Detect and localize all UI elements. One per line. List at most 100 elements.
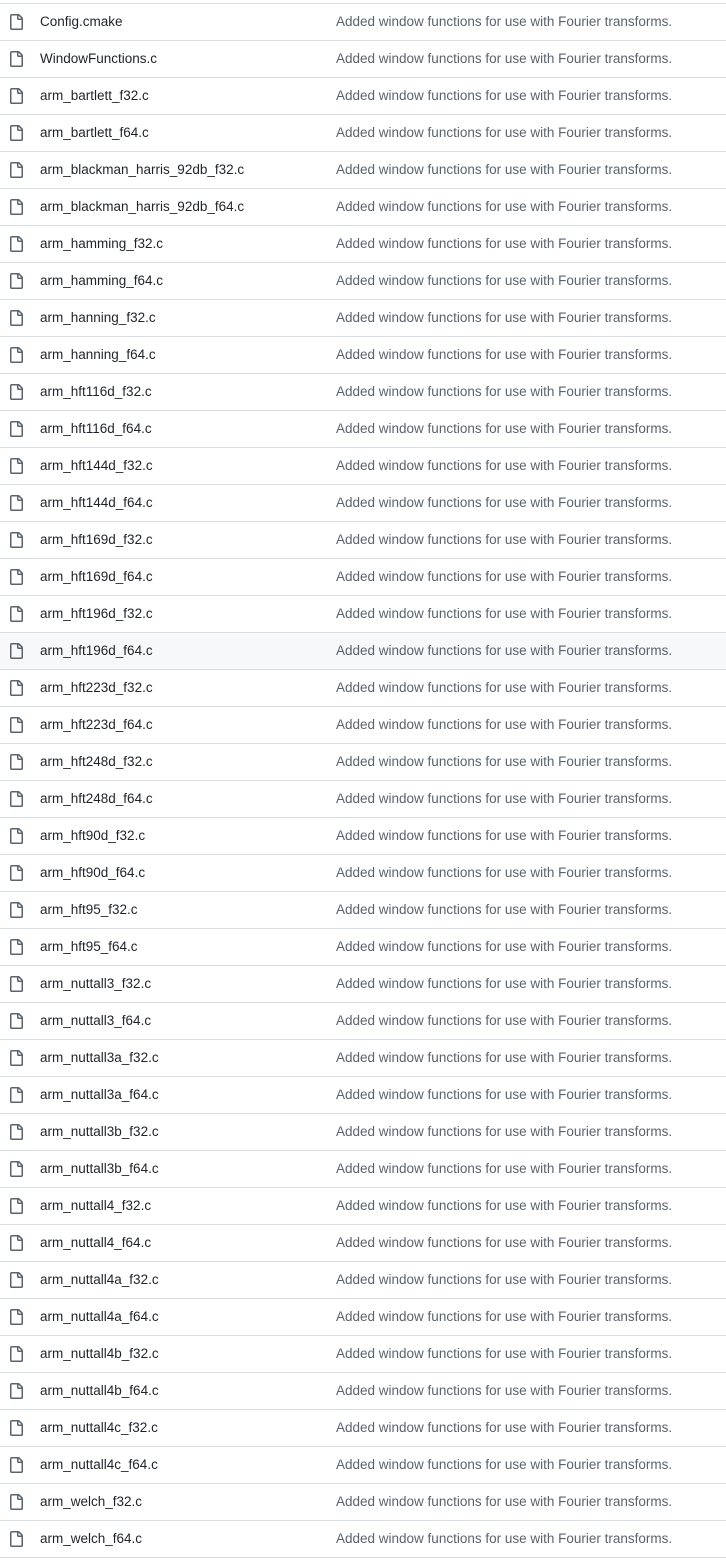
- file-row[interactable]: Config.cmake Added window functions for u…: [0, 4, 726, 41]
- commit-message-link[interactable]: Added window functions for use with Four…: [336, 596, 672, 632]
- file-name-link[interactable]: arm_nuttall4a_f64.c: [40, 1299, 159, 1335]
- commit-message-link[interactable]: Added window functions for use with Four…: [336, 263, 672, 299]
- commit-message-link[interactable]: Added window functions for use with Four…: [336, 1114, 672, 1150]
- file-row[interactable]: arm_hft223d_f32.c Added window functions …: [0, 670, 726, 707]
- file-name-link[interactable]: arm_hft196d_f32.c: [40, 596, 153, 632]
- file-row[interactable]: arm_hft223d_f64.c Added window functions …: [0, 707, 726, 744]
- file-row[interactable]: arm_nuttall4a_f32.c Added window function…: [0, 1262, 726, 1299]
- file-row[interactable]: WindowFunctions.c Added window functions …: [0, 41, 726, 78]
- file-row[interactable]: arm_hamming_f64.c Added window functions …: [0, 263, 726, 300]
- commit-message-link[interactable]: Added window functions for use with Four…: [336, 522, 672, 558]
- file-row[interactable]: arm_blackman_harris_92db_f32.c Added wind…: [0, 152, 726, 189]
- file-name-link[interactable]: arm_bartlett_f32.c: [40, 78, 149, 114]
- file-name-link[interactable]: arm_hft95_f64.c: [40, 929, 138, 965]
- commit-message-link[interactable]: Added window functions for use with Four…: [336, 929, 672, 965]
- commit-message-link[interactable]: Added window functions for use with Four…: [336, 152, 672, 188]
- file-name-link[interactable]: arm_hft248d_f32.c: [40, 744, 153, 780]
- file-row[interactable]: arm_nuttall4b_f32.c Added window function…: [0, 1336, 726, 1373]
- file-row[interactable]: arm_nuttall4c_f32.c Added window function…: [0, 1410, 726, 1447]
- commit-message-link[interactable]: Added window functions for use with Four…: [336, 1225, 672, 1261]
- file-row[interactable]: arm_hft248d_f32.c Added window functions …: [0, 744, 726, 781]
- file-row[interactable]: arm_hanning_f32.c Added window functions …: [0, 300, 726, 337]
- file-row[interactable]: arm_hamming_f32.c Added window functions …: [0, 226, 726, 263]
- file-row[interactable]: arm_hft144d_f32.c Added window functions …: [0, 448, 726, 485]
- commit-message-link[interactable]: Added window functions for use with Four…: [336, 1484, 672, 1520]
- commit-message-link[interactable]: Added window functions for use with Four…: [336, 855, 672, 891]
- commit-message-link[interactable]: Added window functions for use with Four…: [336, 1447, 672, 1483]
- commit-message-link[interactable]: Added window functions for use with Four…: [336, 189, 672, 225]
- file-row[interactable]: arm_hanning_f64.c Added window functions …: [0, 337, 726, 374]
- file-row[interactable]: arm_bartlett_f64.c Added window functions…: [0, 115, 726, 152]
- file-row[interactable]: arm_nuttall3b_f32.c Added window function…: [0, 1114, 726, 1151]
- file-row[interactable]: arm_nuttall3b_f64.c Added window function…: [0, 1151, 726, 1188]
- commit-message-link[interactable]: Added window functions for use with Four…: [336, 633, 672, 669]
- commit-message-link[interactable]: Added window functions for use with Four…: [336, 41, 672, 77]
- file-name-link[interactable]: arm_hft144d_f32.c: [40, 448, 153, 484]
- file-name-link[interactable]: arm_hft95_f32.c: [40, 892, 138, 928]
- file-name-link[interactable]: arm_nuttall4c_f64.c: [40, 1447, 158, 1483]
- file-row[interactable]: arm_nuttall3a_f32.c Added window function…: [0, 1040, 726, 1077]
- commit-message-link[interactable]: Added window functions for use with Four…: [336, 559, 672, 595]
- commit-message-link[interactable]: Added window functions for use with Four…: [336, 448, 672, 484]
- file-row[interactable]: arm_hft196d_f32.c Added window functions …: [0, 596, 726, 633]
- file-name-link[interactable]: WindowFunctions.c: [40, 41, 157, 77]
- commit-message-link[interactable]: Added window functions for use with Four…: [336, 411, 672, 447]
- file-name-link[interactable]: arm_hamming_f64.c: [40, 263, 163, 299]
- file-row[interactable]: arm_nuttall4c_f64.c Added window function…: [0, 1447, 726, 1484]
- file-row[interactable]: arm_hft95_f32.c Added window functions fo…: [0, 892, 726, 929]
- file-row[interactable]: arm_hft90d_f64.c Added window functions f…: [0, 855, 726, 892]
- file-row[interactable]: arm_nuttall3_f64.c Added window functions…: [0, 1003, 726, 1040]
- file-name-link[interactable]: arm_hft223d_f64.c: [40, 707, 153, 743]
- file-name-link[interactable]: arm_hft144d_f64.c: [40, 485, 153, 521]
- commit-message-link[interactable]: Added window functions for use with Four…: [336, 707, 672, 743]
- file-name-link[interactable]: arm_nuttall3_f32.c: [40, 966, 151, 1002]
- commit-message-link[interactable]: Added window functions for use with Four…: [336, 115, 672, 151]
- commit-message-link[interactable]: Added window functions for use with Four…: [336, 744, 672, 780]
- commit-message-link[interactable]: Added window functions for use with Four…: [336, 1410, 672, 1446]
- file-row[interactable]: arm_hft169d_f32.c Added window functions …: [0, 522, 726, 559]
- file-row[interactable]: arm_nuttall4b_f64.c Added window function…: [0, 1373, 726, 1410]
- file-row[interactable]: arm_welch_f64.c Added window functions fo…: [0, 1521, 726, 1558]
- commit-message-link[interactable]: Added window functions for use with Four…: [336, 781, 672, 817]
- file-name-link[interactable]: arm_hft116d_f64.c: [40, 411, 152, 447]
- file-name-link[interactable]: arm_welch_f32.c: [40, 1484, 142, 1520]
- commit-message-link[interactable]: Added window functions for use with Four…: [336, 1299, 672, 1335]
- file-name-link[interactable]: arm_nuttall4b_f32.c: [40, 1336, 159, 1372]
- file-name-link[interactable]: arm_welch_f64.c: [40, 1521, 142, 1557]
- commit-message-link[interactable]: Added window functions for use with Four…: [336, 818, 672, 854]
- file-row[interactable]: arm_bartlett_f32.c Added window functions…: [0, 78, 726, 115]
- file-name-link[interactable]: arm_nuttall4_f64.c: [40, 1225, 151, 1261]
- file-row[interactable]: arm_nuttall4_f32.c Added window functions…: [0, 1188, 726, 1225]
- file-row[interactable]: arm_nuttall3_f32.c Added window functions…: [0, 966, 726, 1003]
- file-name-link[interactable]: arm_hamming_f32.c: [40, 226, 163, 262]
- commit-message-link[interactable]: Added window functions for use with Four…: [336, 78, 672, 114]
- file-name-link[interactable]: arm_bartlett_f64.c: [40, 115, 149, 151]
- file-row[interactable]: arm_hft248d_f64.c Added window functions …: [0, 781, 726, 818]
- file-row[interactable]: arm_welch_f32.c Added window functions fo…: [0, 1484, 726, 1521]
- commit-message-link[interactable]: Added window functions for use with Four…: [336, 1077, 672, 1113]
- file-name-link[interactable]: arm_nuttall3a_f64.c: [40, 1077, 159, 1113]
- file-name-link[interactable]: arm_nuttall4c_f32.c: [40, 1410, 158, 1446]
- file-name-link[interactable]: arm_hft169d_f32.c: [40, 522, 153, 558]
- commit-message-link[interactable]: Added window functions for use with Four…: [336, 1521, 672, 1557]
- commit-message-link[interactable]: Added window functions for use with Four…: [336, 892, 672, 928]
- commit-message-link[interactable]: Added window functions for use with Four…: [336, 226, 672, 262]
- file-name-link[interactable]: arm_nuttall3b_f32.c: [40, 1114, 159, 1150]
- file-name-link[interactable]: arm_nuttall3a_f32.c: [40, 1040, 159, 1076]
- file-name-link[interactable]: arm_hft90d_f32.c: [40, 818, 145, 854]
- file-row[interactable]: arm_nuttall4a_f64.c Added window function…: [0, 1299, 726, 1336]
- commit-message-link[interactable]: Added window functions for use with Four…: [336, 670, 672, 706]
- file-name-link[interactable]: arm_blackman_harris_92db_f32.c: [40, 152, 244, 188]
- file-name-link[interactable]: arm_nuttall3_f64.c: [40, 1003, 151, 1039]
- file-name-link[interactable]: arm_hft90d_f64.c: [40, 855, 145, 891]
- file-row[interactable]: arm_nuttall4_f64.c Added window functions…: [0, 1225, 726, 1262]
- file-name-link[interactable]: arm_hft223d_f32.c: [40, 670, 153, 706]
- commit-message-link[interactable]: Added window functions for use with Four…: [336, 966, 672, 1002]
- commit-message-link[interactable]: Added window functions for use with Four…: [336, 337, 672, 373]
- commit-message-link[interactable]: Added window functions for use with Four…: [336, 1040, 672, 1076]
- commit-message-link[interactable]: Added window functions for use with Four…: [336, 1003, 672, 1039]
- file-name-link[interactable]: arm_hft116d_f32.c: [40, 374, 152, 410]
- file-row[interactable]: arm_hft169d_f64.c Added window functions …: [0, 559, 726, 596]
- file-name-link[interactable]: arm_hanning_f64.c: [40, 337, 156, 373]
- file-row[interactable]: arm_nuttall3a_f64.c Added window function…: [0, 1077, 726, 1114]
